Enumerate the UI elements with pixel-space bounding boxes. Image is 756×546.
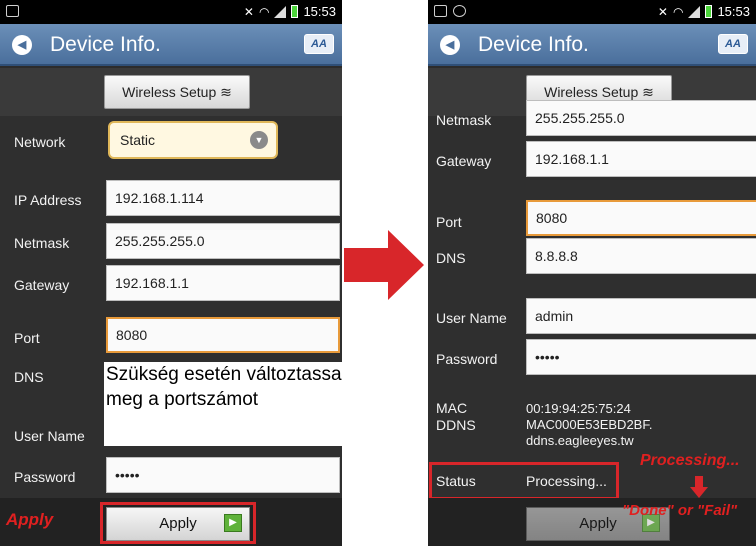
password-label: Password (14, 469, 76, 485)
image-icon (6, 5, 19, 17)
clock: 15:53 (303, 4, 336, 19)
back-icon[interactable]: ◀ (12, 35, 32, 55)
wifi-icon: ◠ (672, 4, 684, 19)
bottom-bar: Apply ▶ "Done" or "Fail" (428, 498, 756, 546)
app-logo-button[interactable]: AA (304, 34, 334, 54)
wifi-icon: ◠ (258, 4, 270, 19)
user-name-label: User Name (436, 310, 507, 326)
signal-icon (274, 5, 287, 18)
ddns-label: DDNS (436, 417, 476, 433)
battery-icon (705, 5, 713, 18)
network-label: Network (14, 134, 66, 150)
apply-callout: Apply (6, 510, 54, 529)
ip-address-label: IP Address (14, 192, 82, 208)
chevron-down-icon: ▼ (250, 131, 268, 149)
image-icon (434, 5, 447, 17)
mac-label: MAC (436, 400, 468, 416)
status-value: Processing... (526, 473, 607, 489)
ip-address-field[interactable]: 192.168.1.114 (106, 180, 340, 216)
gateway-field[interactable]: 192.168.1.1 (526, 141, 756, 177)
apply-button-label: Apply (579, 515, 617, 532)
app-logo-button[interactable]: AA (718, 34, 748, 54)
back-icon[interactable]: ◀ (440, 35, 460, 55)
network-select-value: Static (120, 132, 156, 148)
gateway-label: Gateway (436, 153, 492, 169)
netmask-field[interactable]: 255.255.255.0 (106, 223, 340, 259)
toolbar: Wireless Setup ≋ (0, 68, 342, 116)
right-arrow-icon (344, 230, 424, 300)
title-bar: ◀ Device Info. AA (428, 24, 756, 66)
signal-icon (688, 5, 701, 18)
dns-label: DNS (436, 250, 466, 266)
dns-label: DNS (14, 369, 44, 385)
ddns-value-line1: MAC000E53EBD2BF. (526, 417, 653, 432)
gateway-field[interactable]: 192.168.1.1 (106, 265, 340, 301)
wifi-icon: ≋ (642, 84, 654, 100)
left-phone-screen: ✕ ◠ 15:53 ◀ Device Info. AA Wireless Set… (0, 0, 342, 546)
password-field[interactable]: ••••• (106, 457, 340, 493)
port-field[interactable]: 8080 (106, 317, 340, 353)
dns-field[interactable]: 8.8.8.8 (526, 238, 756, 274)
mute-icon: ✕ (657, 4, 668, 19)
port-field[interactable]: 8080 (526, 200, 756, 236)
mute-icon: ✕ (243, 4, 254, 19)
done-or-fail-callout: "Done" or "Fail" (622, 502, 738, 519)
bottom-bar: Apply Apply ▶ (0, 498, 342, 546)
clock: 15:53 (717, 4, 750, 19)
mac-value: 00:19:94:25:75:24 (526, 401, 631, 416)
right-phone-screen: ✕ ◠ 15:53 ◀ Device Info. AA Wireless Set… (428, 0, 756, 546)
whatsapp-icon (453, 5, 466, 17)
apply-button-label: Apply (159, 515, 197, 532)
user-name-label: User Name (14, 428, 85, 444)
netmask-label: Netmask (14, 235, 70, 251)
green-arrow-icon: ▶ (224, 514, 242, 532)
battery-icon (291, 5, 299, 18)
port-label: Port (14, 330, 40, 346)
gateway-label: Gateway (14, 277, 70, 293)
down-arrow-icon (690, 476, 708, 498)
password-field[interactable]: ••••• (526, 339, 756, 375)
wireless-setup-label: Wireless Setup (122, 84, 217, 100)
user-name-field[interactable]: admin (526, 298, 756, 334)
wireless-setup-button[interactable]: Wireless Setup ≋ (104, 75, 250, 109)
title-bar: ◀ Device Info. AA (0, 24, 342, 66)
netmask-label: Netmask (436, 112, 492, 128)
password-label: Password (436, 351, 498, 367)
status-bar: ✕ ◠ 15:53 (428, 0, 756, 24)
processing-callout: Processing... (640, 452, 740, 469)
network-select[interactable]: Static ▼ (108, 121, 278, 159)
wifi-icon: ≋ (220, 84, 232, 100)
status-bar: ✕ ◠ 15:53 (0, 0, 342, 24)
page-title: Device Info. (478, 33, 589, 56)
port-label: Port (436, 214, 462, 230)
port-change-note: Szükség esetén változtassa meg a portszá… (104, 362, 346, 446)
settings-form: Netmask 255.255.255.0 Gateway 192.168.1.… (428, 100, 756, 500)
status-label: Status (436, 473, 476, 489)
page-title: Device Info. (50, 33, 161, 56)
ddns-value-line2: ddns.eagleeyes.tw (526, 433, 634, 448)
netmask-field[interactable]: 255.255.255.0 (526, 100, 756, 136)
wireless-setup-label: Wireless Setup (544, 84, 639, 100)
